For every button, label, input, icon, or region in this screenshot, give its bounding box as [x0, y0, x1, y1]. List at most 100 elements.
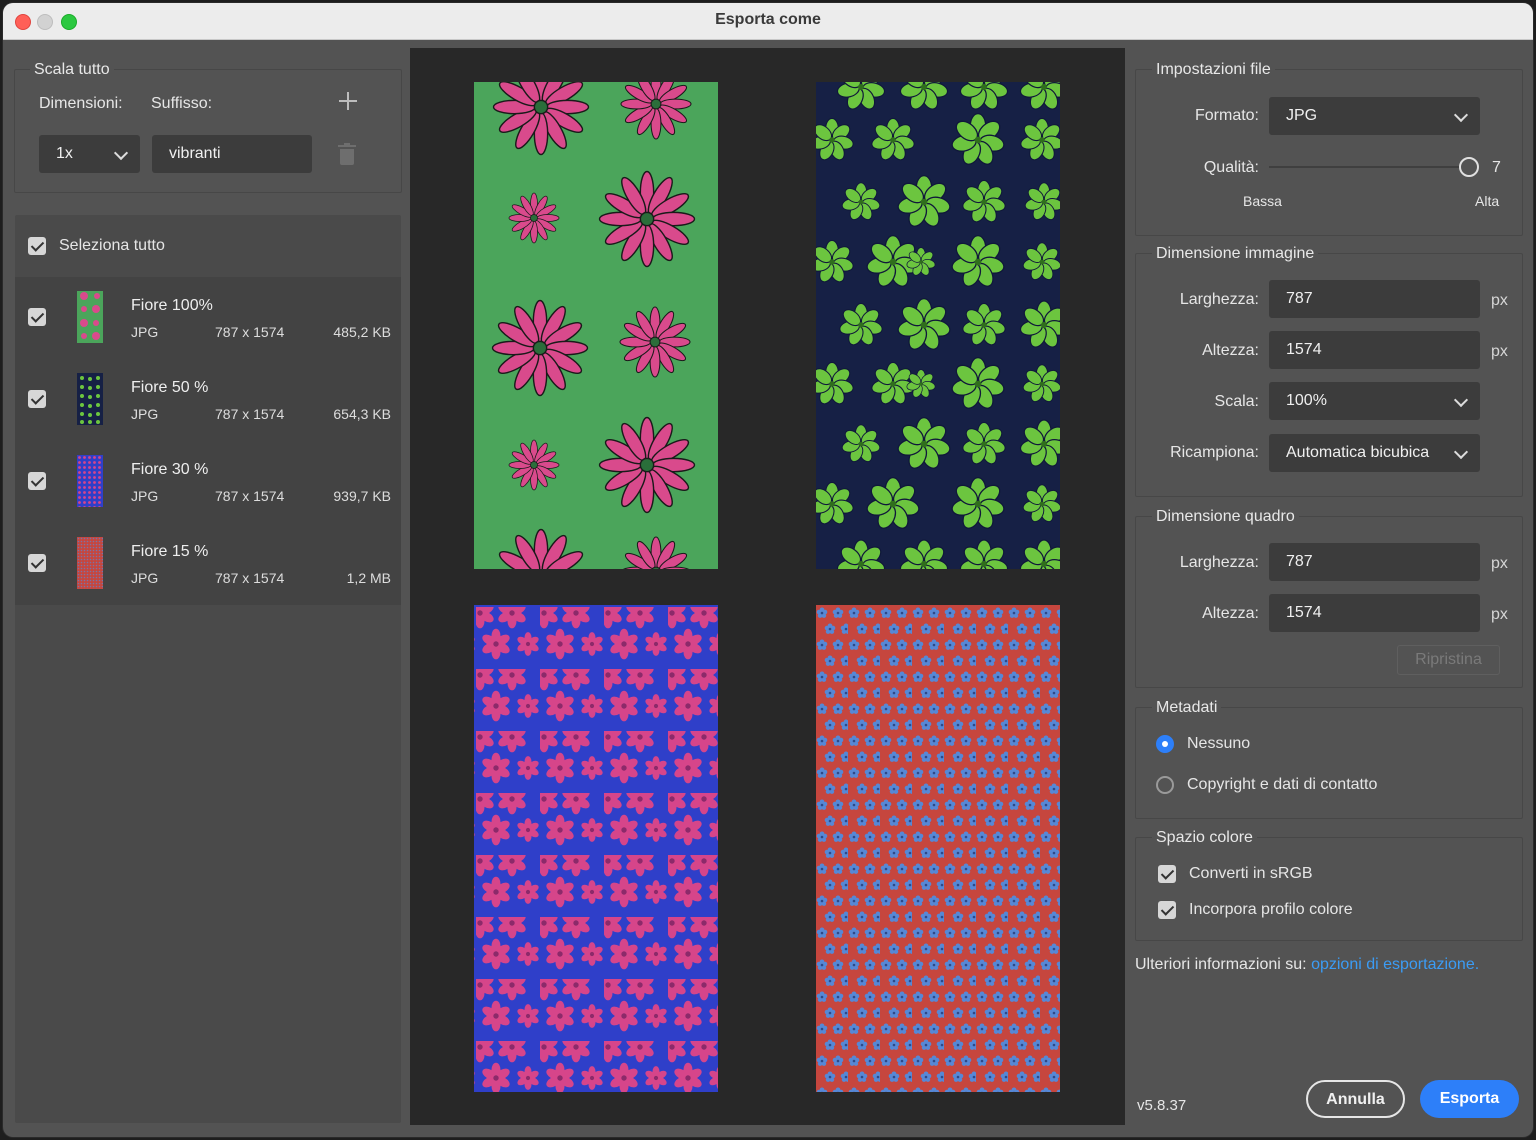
metadata-none-option[interactable]: Nessuno: [1156, 733, 1456, 757]
quality-low-label: Bassa: [1243, 193, 1282, 209]
export-dialog: Esporta come Scala tutto Dimensioni: Suf…: [3, 3, 1533, 1137]
radio-unselected[interactable]: [1156, 776, 1174, 794]
export-button[interactable]: Esporta: [1420, 1080, 1519, 1118]
plus-icon[interactable]: [339, 92, 357, 110]
thumbnail-image: [77, 291, 103, 343]
embed-profile-checkbox[interactable]: [1158, 901, 1176, 919]
cancel-button[interactable]: Annulla: [1306, 1080, 1405, 1118]
convert-srgb-checkbox[interactable]: [1158, 865, 1176, 883]
list-item[interactable]: Fiore 100% JPG 787 x 1574 485,2 KB: [15, 277, 401, 359]
image-width-label: Larghezza:: [1179, 291, 1259, 308]
thumbnail-image: [77, 373, 103, 425]
window-title: Esporta come: [715, 11, 821, 28]
list-item[interactable]: Fiore 15 % JPG 787 x 1574 1,2 MB: [15, 523, 401, 605]
scale-dropdown[interactable]: 100%: [1269, 382, 1480, 420]
resample-dropdown[interactable]: Automatica bicubica: [1269, 434, 1480, 472]
embed-profile-option[interactable]: Incorpora profilo colore: [1158, 899, 1458, 923]
item-format: JPG: [131, 570, 159, 586]
list-item[interactable]: Fiore 30 % JPG 787 x 1574 939,7 KB: [15, 441, 401, 523]
item-checkbox[interactable]: [28, 308, 46, 326]
size-value: 1x: [56, 145, 73, 162]
item-name: Fiore 100%: [131, 297, 213, 314]
item-size: 485,2 KB: [333, 324, 391, 340]
scale-value: 100%: [1286, 392, 1327, 409]
canvas-width-input[interactable]: 787: [1269, 543, 1480, 581]
info-line: Ulteriori informazioni su: opzioni di es…: [1135, 956, 1479, 974]
item-dimensions: 787 x 1574: [215, 488, 285, 504]
image-width-value: 787: [1286, 290, 1313, 307]
image-height-input[interactable]: 1574: [1269, 331, 1480, 369]
asset-list: Seleziona tutto Fiore 100% JPG 787 x 157…: [15, 215, 401, 1123]
item-size: 939,7 KB: [333, 488, 391, 504]
chevron-down-icon: [113, 145, 129, 161]
size-dropdown[interactable]: 1x: [39, 135, 140, 173]
image-height-value: 1574: [1286, 341, 1322, 358]
item-size: 1,2 MB: [346, 570, 391, 586]
info-text: Ulteriori informazioni su:: [1135, 956, 1307, 973]
quality-high-label: Alta: [1475, 193, 1500, 209]
file-settings-group: [1135, 69, 1523, 236]
item-size: 654,3 KB: [333, 406, 391, 422]
metadata-label: Metadati: [1152, 699, 1222, 717]
canvas-height-label: Altezza:: [1202, 605, 1259, 622]
metadata-copyright-option[interactable]: Copyright e dati di contatto: [1156, 774, 1456, 798]
select-all-row[interactable]: Seleziona tutto: [15, 215, 401, 277]
item-format: JPG: [131, 488, 159, 504]
suffix-value: vibranti: [169, 145, 221, 162]
scale-all-label: Scala tutto: [30, 61, 114, 79]
canvas-height-unit: px: [1491, 606, 1508, 623]
quality-slider[interactable]: [1269, 157, 1481, 177]
canvas-height-input[interactable]: 1574: [1269, 594, 1480, 632]
item-checkbox[interactable]: [28, 472, 46, 490]
export-options-link[interactable]: opzioni di esportazione.: [1311, 956, 1479, 973]
item-name: Fiore 30 %: [131, 461, 209, 478]
list-item[interactable]: Fiore 50 % JPG 787 x 1574 654,3 KB: [15, 359, 401, 441]
item-name: Fiore 50 %: [131, 379, 209, 396]
resample-label: Ricampiona:: [1170, 444, 1259, 461]
resample-value: Automatica bicubica: [1286, 444, 1430, 461]
chevron-down-icon: [1453, 392, 1469, 408]
canvas-size-label: Dimensione quadro: [1152, 508, 1299, 526]
item-format: JPG: [131, 406, 159, 422]
item-checkbox[interactable]: [28, 390, 46, 408]
scale-all-group: [14, 69, 402, 193]
image-width-unit: px: [1491, 292, 1508, 309]
preview-image-15: [816, 605, 1060, 1092]
format-dropdown[interactable]: JPG: [1269, 97, 1480, 135]
preview-image-100: [474, 82, 718, 569]
image-width-input[interactable]: 787: [1269, 280, 1480, 318]
format-label: Formato:: [1194, 107, 1259, 124]
canvas-height-value: 1574: [1286, 604, 1322, 621]
metadata-none-label: Nessuno: [1187, 735, 1251, 752]
canvas-width-unit: px: [1491, 555, 1508, 572]
radio-selected[interactable]: [1156, 735, 1174, 753]
canvas-width-value: 787: [1286, 553, 1313, 570]
select-all-checkbox[interactable]: [28, 237, 46, 255]
suffix-input[interactable]: vibranti: [152, 135, 312, 173]
convert-srgb-option[interactable]: Converti in sRGB: [1158, 863, 1458, 887]
image-size-label: Dimensione immagine: [1152, 245, 1319, 263]
item-checkbox[interactable]: [28, 554, 46, 572]
quality-label: Qualità:: [1203, 159, 1259, 176]
item-dimensions: 787 x 1574: [215, 324, 285, 340]
size-label: Dimensioni:: [39, 95, 123, 112]
metadata-group: [1135, 707, 1523, 819]
quality-slider-thumb[interactable]: [1459, 157, 1479, 177]
color-space-group: [1135, 837, 1523, 941]
title-bar: Esporta come: [3, 3, 1533, 40]
chevron-down-icon: [1453, 444, 1469, 460]
scale-label: Scala:: [1214, 393, 1259, 410]
chevron-down-icon: [1453, 107, 1469, 123]
embed-profile-label: Incorpora profilo colore: [1189, 901, 1353, 918]
format-value: JPG: [1286, 107, 1318, 124]
trash-icon[interactable]: [338, 143, 356, 165]
image-height-unit: px: [1491, 343, 1508, 360]
convert-srgb-label: Converti in sRGB: [1189, 865, 1313, 882]
preview-image-30: [474, 605, 718, 1092]
file-settings-label: Impostazioni file: [1152, 61, 1275, 79]
image-height-label: Altezza:: [1202, 342, 1259, 359]
reset-button-label: Ripristina: [1415, 651, 1482, 668]
select-all-label: Seleziona tutto: [59, 237, 165, 254]
reset-button[interactable]: Ripristina: [1397, 645, 1500, 675]
item-dimensions: 787 x 1574: [215, 406, 285, 422]
